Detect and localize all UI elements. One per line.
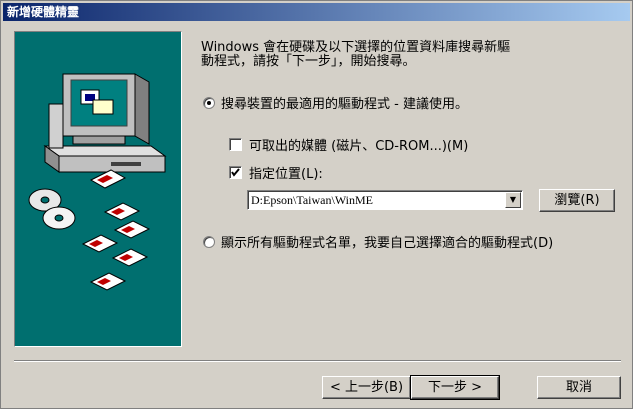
floppy-disk-icon xyxy=(81,202,151,291)
removable-media-label: 可取出的媒體 (磁片、CD-ROM...)(M) xyxy=(249,139,469,154)
radio-search-best-label: 搜尋裝置的最適用的驅動程式 - 建議使用。 xyxy=(221,97,468,112)
radio-display-list[interactable]: 顯示所有驅動程式名單，我要自己選擇適合的驅動程式(D) xyxy=(203,232,553,251)
window-title: 新增硬體精靈 xyxy=(3,3,630,21)
chevron-down-icon[interactable]: ▼ xyxy=(505,192,521,208)
radio-button[interactable] xyxy=(203,235,215,248)
checkmark-icon xyxy=(231,168,240,177)
floppy-disk-icon xyxy=(89,169,127,189)
computer-icon xyxy=(43,73,167,173)
next-button[interactable]: 下一步 > xyxy=(410,375,500,400)
location-combobox[interactable]: D:Epson\Taiwan\WinME ▼ xyxy=(247,190,523,210)
cd-disc-icon xyxy=(28,188,76,230)
location-value[interactable]: D:Epson\Taiwan\WinME xyxy=(251,193,373,208)
checkbox[interactable] xyxy=(229,166,242,179)
radio-search-best[interactable]: 搜尋裝置的最適用的驅動程式 - 建議使用。 xyxy=(203,93,468,112)
radio-display-list-label: 顯示所有驅動程式名單，我要自己選擇適合的驅動程式(D) xyxy=(221,236,554,251)
wizard-illustration xyxy=(14,31,182,347)
checkbox[interactable] xyxy=(229,138,242,151)
checkbox-removable-media[interactable]: 可取出的媒體 (磁片、CD-ROM...)(M) xyxy=(229,135,468,154)
add-hardware-wizard-window: 新增硬體精靈 Windows 會在硬碟及以下選擇的位置資料庫搜尋新驅 動程式，請… xyxy=(0,0,633,409)
instruction-text: Windows 會在硬碟及以下選擇的位置資料庫搜尋新驅 動程式，請按「下一步」，… xyxy=(201,40,511,69)
radio-button[interactable] xyxy=(203,96,215,109)
browse-button[interactable]: 瀏覽(R) xyxy=(539,189,615,212)
cancel-button[interactable]: 取消 xyxy=(537,376,621,399)
specify-location-label: 指定位置(L): xyxy=(249,167,323,182)
back-button[interactable]: < 上一步(B) xyxy=(322,376,411,399)
separator xyxy=(14,360,621,362)
checkbox-specify-location[interactable]: 指定位置(L): xyxy=(229,163,323,182)
